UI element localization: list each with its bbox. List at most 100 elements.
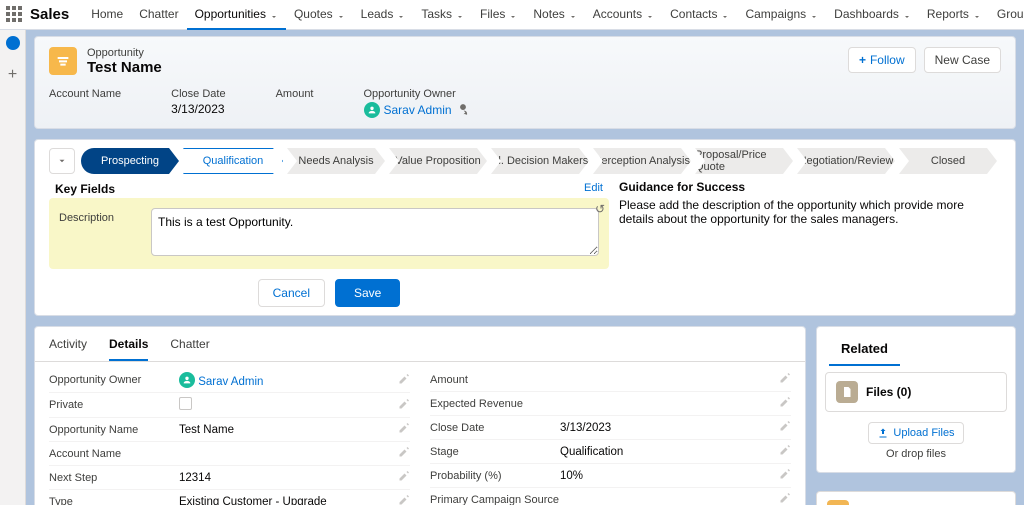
undo-icon[interactable]: ↺ [595,202,605,216]
pencil-icon[interactable] [779,468,791,483]
stage-negotiation-review[interactable]: Negotiation/Review [797,148,895,174]
campaign-icon [827,500,849,505]
pencil-icon[interactable] [779,444,791,459]
pencil-icon[interactable] [779,420,791,435]
detail-row: Opportunity NameTest Name [49,418,410,442]
change-owner-icon[interactable] [456,103,470,117]
nav-quotes[interactable]: Quotes [286,0,353,30]
new-case-button[interactable]: New Case [924,47,1001,73]
pencil-icon[interactable] [779,372,791,387]
follow-button[interactable]: + Follow [848,47,916,73]
nav-notes[interactable]: Notes [525,0,584,30]
pencil-icon[interactable] [779,396,791,411]
detail-label: Close Date [430,422,560,434]
detail-label: Amount [430,374,560,386]
key-fields-title: Key Fields [55,182,115,196]
detail-label: Opportunity Name [49,424,179,436]
detail-value [179,397,398,413]
chevron-down-icon [270,10,278,18]
path-card: ProspectingQualificationNeeds AnalysisVa… [34,139,1016,316]
app-launcher-icon[interactable] [6,6,22,24]
nav-reports[interactable]: Reports [919,0,989,30]
stage-needs-analysis[interactable]: Needs Analysis [287,148,385,174]
nav-opportunities[interactable]: Opportunities [187,0,286,30]
detail-label: Account Name [49,448,179,460]
files-icon [836,381,858,403]
detail-value: Sarav Admin [179,372,398,388]
campaign-influence-item[interactable]: Campaign Influence (0) [816,491,1016,505]
nav-chatter[interactable]: Chatter [131,0,186,30]
detail-value: Existing Customer - Upgrade [179,496,398,505]
detail-row: Primary Campaign Source [430,488,791,505]
nav-campaigns[interactable]: Campaigns [737,0,826,30]
avatar-icon [179,372,195,388]
detail-value: 3/13/2023 [560,422,779,434]
account-name-label: Account Name [49,88,121,100]
detail-value: 12314 [179,472,398,484]
detail-value: 10% [560,470,779,482]
utility-indicator-icon[interactable] [6,36,20,50]
nav-items: HomeChatterOpportunitiesQuotesLeadsTasks… [83,0,1024,30]
stage-prospecting[interactable]: Prospecting [81,148,179,174]
nav-files[interactable]: Files [472,0,525,30]
avatar-icon [364,102,380,118]
close-date-value: 3/13/2023 [171,102,225,116]
pencil-icon[interactable] [398,398,410,413]
global-nav: Sales HomeChatterOpportunitiesQuotesLead… [0,0,1024,30]
key-fields-edit[interactable]: Edit [584,182,603,196]
chevron-down-icon [721,10,729,18]
stage-perception-analysis[interactable]: Perception Analysis [593,148,691,174]
cancel-button[interactable]: Cancel [258,279,325,307]
utility-add-icon[interactable]: + [8,66,17,84]
stage-id-decision-makers[interactable]: Id. Decision Makers [491,148,589,174]
detail-value: Qualification [560,446,779,458]
chevron-down-icon [57,156,67,166]
details-card: Activity Details Chatter Opportunity Own… [34,326,806,505]
pencil-icon[interactable] [398,373,410,388]
nav-leads[interactable]: Leads [353,0,414,30]
checkbox[interactable] [179,397,192,410]
owner-link[interactable]: Sarav Admin [384,103,452,117]
nav-dashboards[interactable]: Dashboards [826,0,919,30]
nav-groups[interactable]: Groups [989,0,1024,30]
pencil-icon[interactable] [398,470,410,485]
app-name: Sales [30,6,69,23]
detail-label: Type [49,496,179,505]
pencil-icon[interactable] [398,446,410,461]
pencil-icon[interactable] [398,494,410,505]
close-date-label: Close Date [171,88,225,100]
record-tabs: Activity Details Chatter [35,327,805,362]
detail-label: Private [49,399,179,411]
pencil-icon[interactable] [398,422,410,437]
stage-proposal-price-quote[interactable]: Proposal/Price Quote [695,148,793,174]
path-toggle-button[interactable] [49,148,75,174]
guidance-text: Please add the description of the opport… [619,198,991,226]
stage-closed[interactable]: Closed [899,148,997,174]
stage-qualification[interactable]: Qualification [183,148,283,174]
owner-link[interactable]: Sarav Admin [198,376,263,388]
tab-activity[interactable]: Activity [49,337,87,361]
description-label: Description [59,208,131,259]
chevron-down-icon [337,10,345,18]
upload-icon [877,427,889,439]
record-header: Opportunity Test Name + Follow New Case … [34,36,1016,129]
guidance-title: Guidance for Success [619,180,991,194]
detail-label: Expected Revenue [430,398,560,410]
tab-chatter[interactable]: Chatter [170,337,209,361]
description-input[interactable] [151,208,599,256]
nav-tasks[interactable]: Tasks [413,0,472,30]
object-label: Opportunity [87,47,162,59]
detail-row: Account Name [49,442,410,466]
nav-home[interactable]: Home [83,0,131,30]
detail-row: Expected Revenue [430,392,791,416]
nav-contacts[interactable]: Contacts [662,0,737,30]
upload-files-button[interactable]: Upload Files [868,422,963,444]
plus-icon: + [859,53,866,67]
nav-accounts[interactable]: Accounts [585,0,662,30]
files-title[interactable]: Files (0) [866,385,996,399]
save-button[interactable]: Save [335,279,400,307]
pencil-icon[interactable] [779,492,791,505]
record-title: Test Name [87,59,162,76]
stage-value-proposition[interactable]: Value Proposition [389,148,487,174]
tab-details[interactable]: Details [109,337,148,361]
